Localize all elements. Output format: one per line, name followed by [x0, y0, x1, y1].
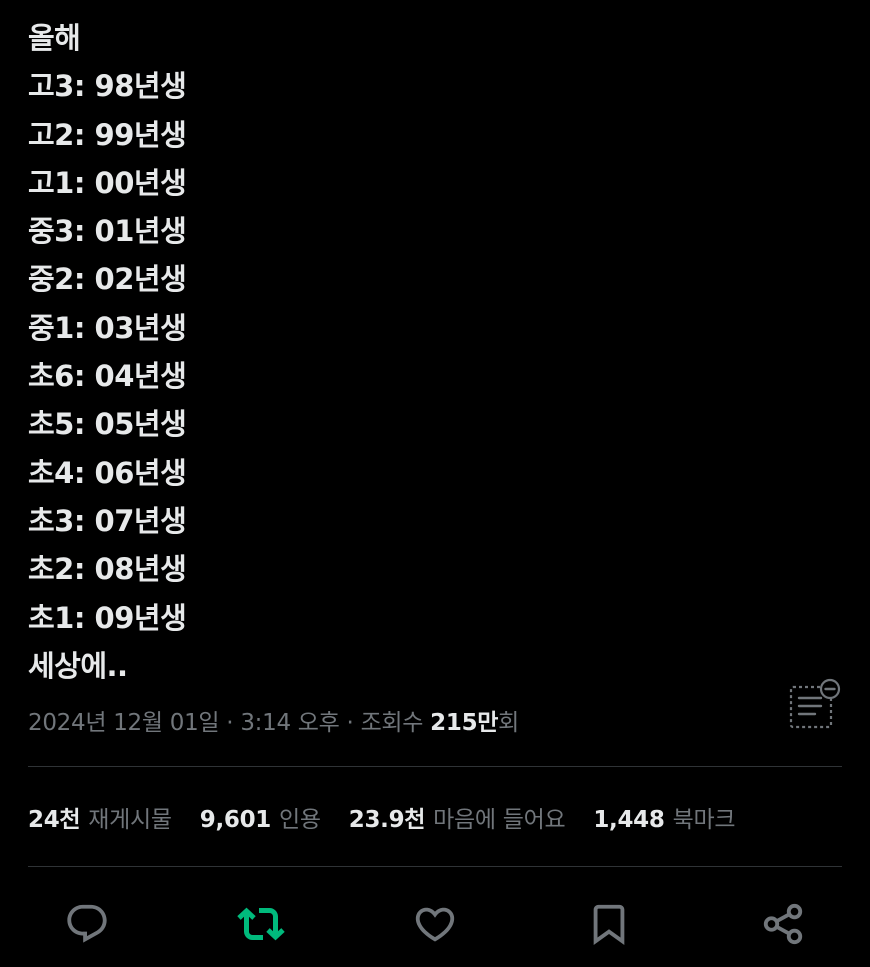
tweet-line: 중1: 03년생 — [28, 310, 187, 345]
stat-reposts-count: 24천 — [28, 807, 81, 833]
reply-icon — [64, 901, 110, 947]
tweet-line: 초3: 07년생 — [28, 503, 187, 538]
divider — [28, 766, 842, 767]
stat-likes-count: 23.9천 — [348, 807, 426, 833]
stat-quotes[interactable]: 9,601 인용 — [200, 800, 321, 834]
bookmark-button[interactable] — [585, 900, 633, 948]
reply-button[interactable] — [63, 900, 111, 948]
meta-separator: · — [219, 710, 241, 736]
tweet-line: 고3: 98년생 — [28, 69, 187, 104]
stat-bookmarks[interactable]: 1,448 북마크 — [593, 800, 735, 834]
action-bar — [0, 890, 870, 956]
stat-bookmarks-count: 1,448 — [593, 807, 665, 833]
like-button[interactable] — [411, 900, 459, 948]
repost-icon — [237, 900, 285, 948]
stat-reposts-label: 재게시물 — [88, 807, 172, 833]
bookmark-icon — [586, 901, 632, 947]
divider — [28, 866, 842, 867]
engagement-stats: 24천 재게시물 9,601 인용 23.9천 마음에 들어요 1,448 북마… — [28, 800, 763, 834]
views-suffix: 회 — [498, 710, 520, 736]
tweet-line: 고2: 99년생 — [28, 117, 187, 152]
tweet-line: 초4: 06년생 — [28, 455, 187, 490]
stat-quotes-label: 인용 — [279, 807, 321, 833]
stat-quotes-count: 9,601 — [199, 807, 272, 833]
share-icon — [760, 901, 806, 947]
tweet-line: 중3: 01년생 — [28, 214, 187, 249]
stat-likes-label: 마음에 들어요 — [433, 807, 566, 833]
tweet-line: 올해 — [28, 21, 81, 55]
community-note-icon[interactable] — [788, 678, 844, 730]
tweet-line: 중2: 02년생 — [28, 262, 187, 297]
tweet-date[interactable]: 2024년 12월 01일 — [28, 710, 220, 736]
tweet-line: 초5: 05년생 — [28, 407, 187, 442]
tweet-line: 초2: 08년생 — [28, 552, 187, 587]
views-label: 조회수 — [360, 710, 431, 736]
stat-likes[interactable]: 23.9천 마음에 들어요 — [349, 800, 566, 834]
stat-reposts[interactable]: 24천 재게시물 — [28, 800, 172, 834]
stat-bookmarks-label: 북마크 — [672, 807, 736, 833]
views-count: 215만 — [430, 710, 499, 736]
repost-button[interactable] — [237, 900, 285, 948]
tweet-line: 세상에.. — [28, 648, 128, 683]
tweet-meta: 2024년 12월 01일 · 3:14 오후 · 조회수 215만회 — [28, 703, 519, 737]
tweet-line: 초6: 04년생 — [28, 359, 187, 394]
meta-separator: · — [339, 710, 361, 736]
tweet-line: 고1: 00년생 — [28, 165, 187, 200]
tweet-text: 올해 고3: 98년생 고2: 99년생 고1: 00년생 중3: 01년생 중… — [28, 14, 788, 690]
share-button[interactable] — [759, 900, 807, 948]
heart-icon — [412, 901, 458, 947]
tweet-line: 초1: 09년생 — [28, 600, 187, 635]
tweet-time[interactable]: 3:14 오후 — [240, 710, 339, 736]
